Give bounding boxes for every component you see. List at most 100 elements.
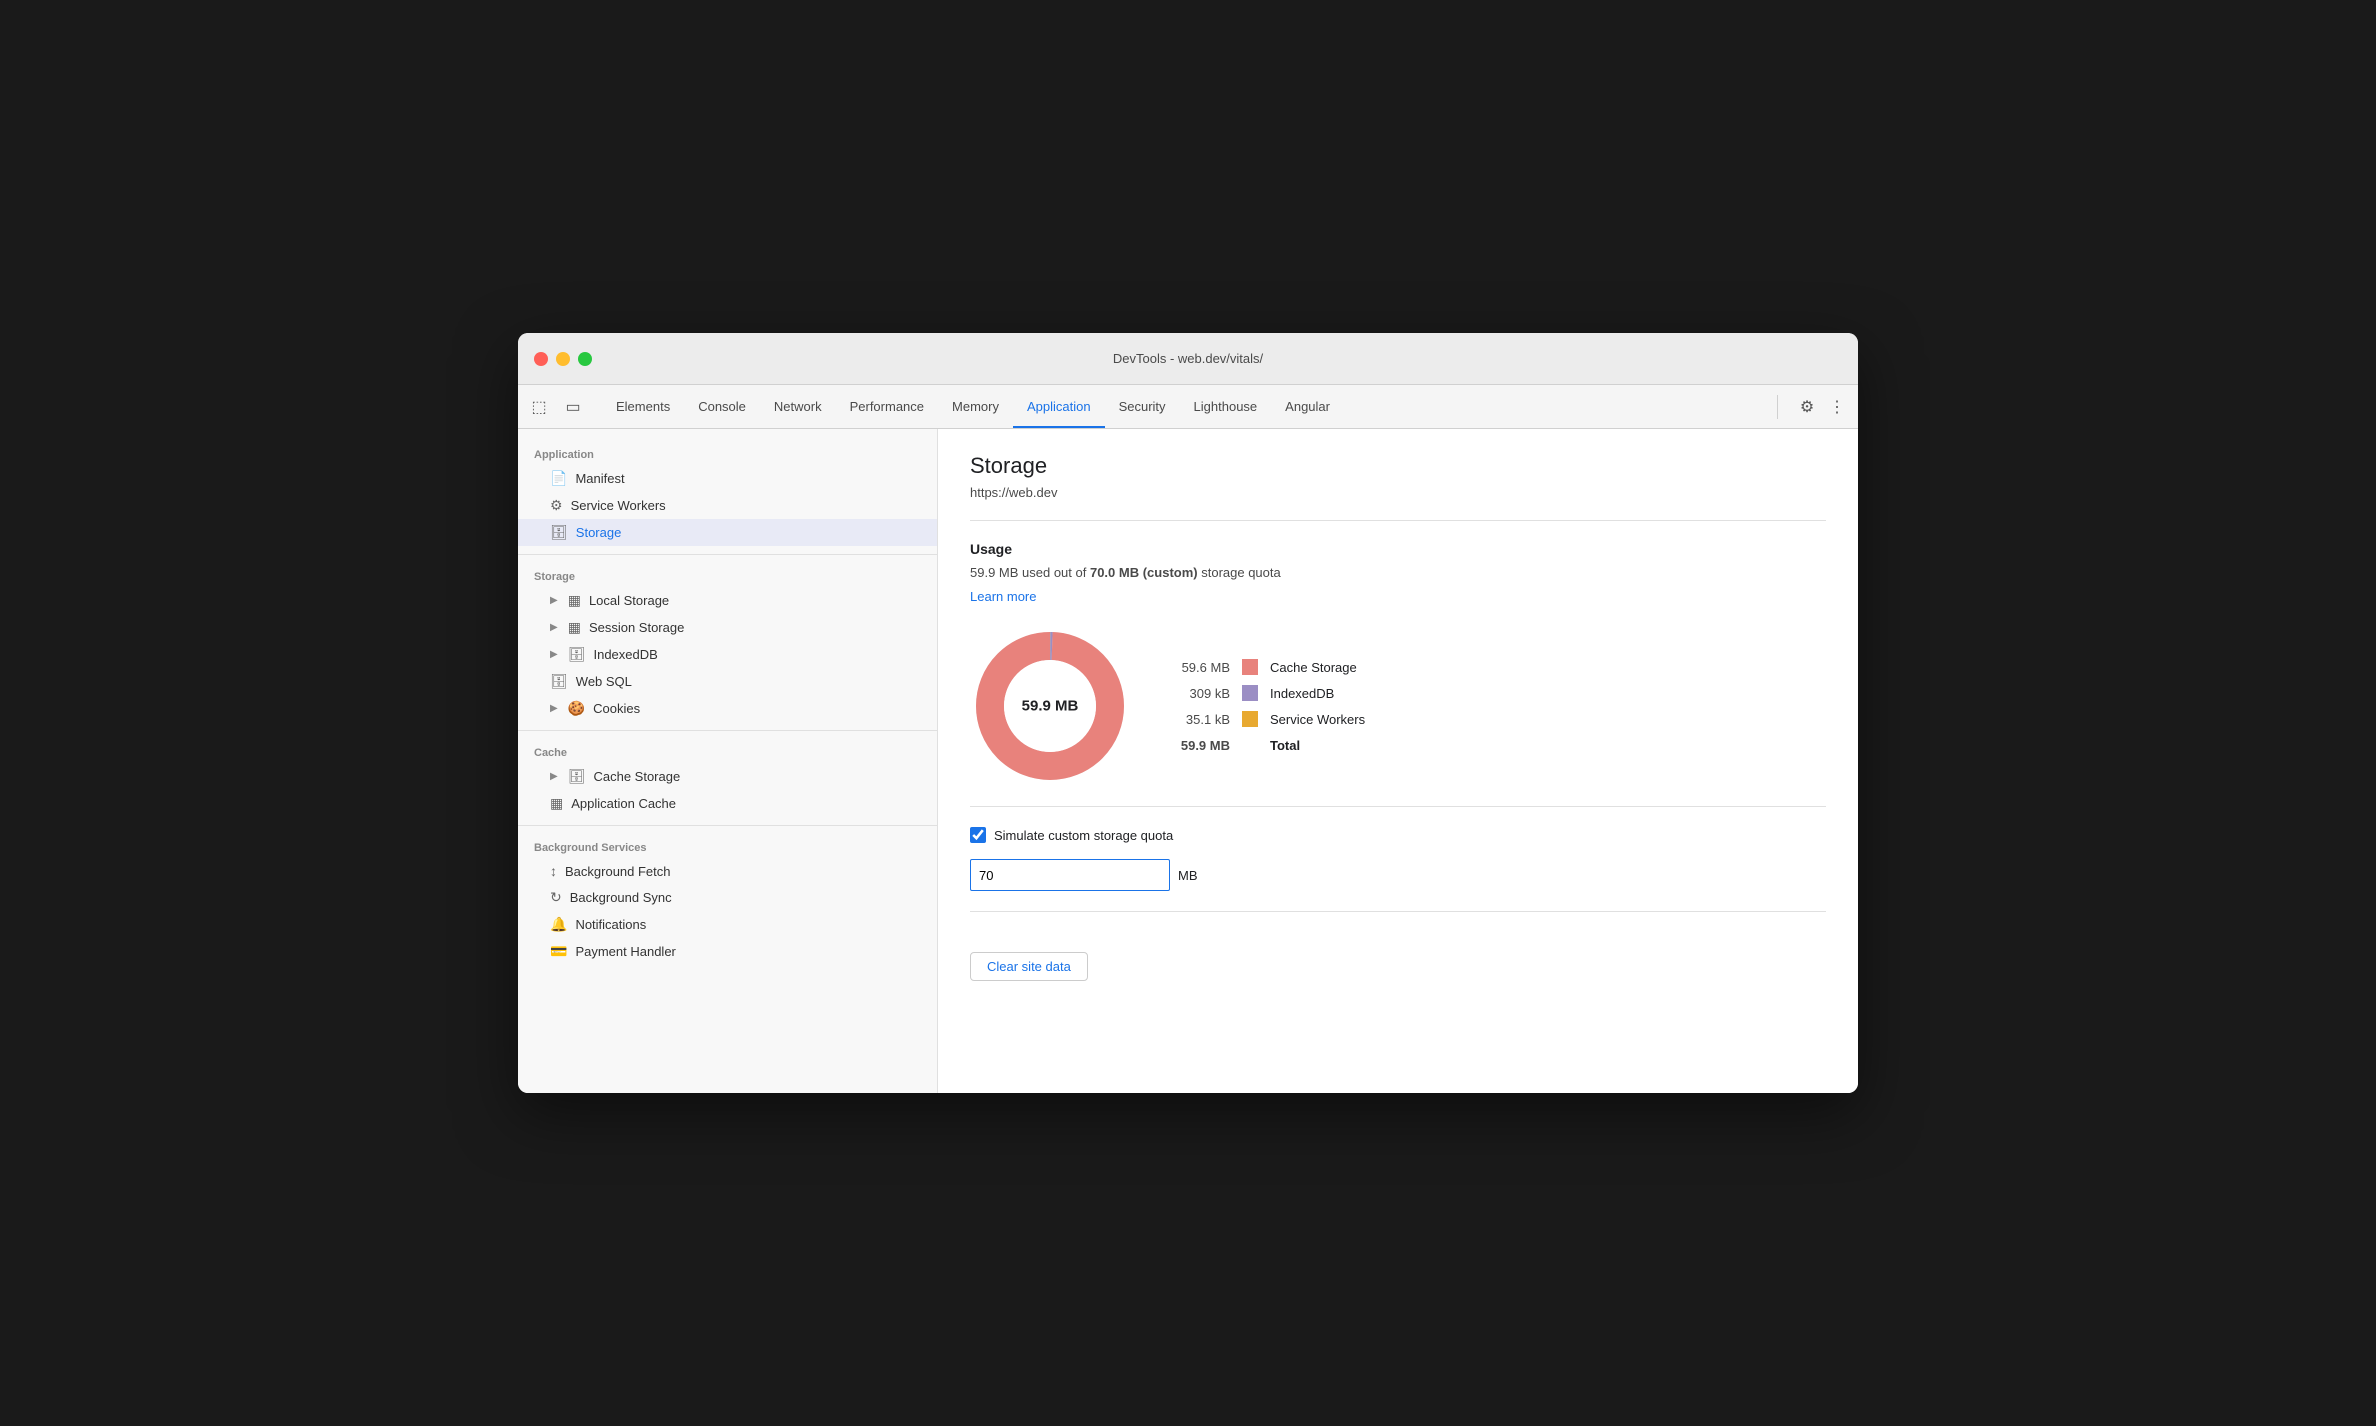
payment-handler-icon: 💳 bbox=[550, 943, 567, 960]
tabs: Elements Console Network Performance Mem… bbox=[602, 385, 1769, 428]
expand-arrow-indexed-db: ▶ bbox=[550, 649, 558, 660]
usage-section: Usage 59.9 MB used out of 70.0 MB (custo… bbox=[970, 541, 1826, 606]
sidebar-item-background-fetch[interactable]: ↕ Background Fetch bbox=[518, 858, 937, 884]
main-area: Application 📄 Manifest ⚙ Service Workers… bbox=[518, 429, 1858, 1093]
payment-handler-label: Payment Handler bbox=[575, 944, 675, 959]
tab-elements[interactable]: Elements bbox=[602, 385, 684, 428]
legend-item-indexeddb: 309 kB IndexedDB bbox=[1170, 685, 1365, 701]
tab-security[interactable]: Security bbox=[1105, 385, 1180, 428]
indexed-db-label: IndexedDB bbox=[593, 647, 657, 662]
expand-arrow-local-storage: ▶ bbox=[550, 595, 558, 606]
sidebar-item-local-storage[interactable]: ▶ ▦ Local Storage bbox=[518, 587, 937, 614]
window-title: DevTools - web.dev/vitals/ bbox=[534, 351, 1842, 366]
sidebar-divider-2 bbox=[518, 730, 937, 731]
application-cache-label: Application Cache bbox=[571, 796, 676, 811]
sidebar-item-notifications[interactable]: 🔔 Notifications bbox=[518, 911, 937, 938]
tab-application[interactable]: Application bbox=[1013, 385, 1105, 428]
sidebar-storage-section-label: Storage bbox=[518, 563, 937, 587]
storage-label: Storage bbox=[576, 525, 622, 540]
tab-angular[interactable]: Angular bbox=[1271, 385, 1344, 428]
usage-text-pre: 59.9 MB used out of bbox=[970, 565, 1090, 580]
notifications-icon: 🔔 bbox=[550, 916, 567, 933]
tab-bar: ⬚ ▭ Elements Console Network Performance… bbox=[518, 385, 1858, 429]
tab-network[interactable]: Network bbox=[760, 385, 836, 428]
legend-indexeddb-value: 309 kB bbox=[1170, 686, 1230, 701]
legend-cache-label: Cache Storage bbox=[1270, 660, 1357, 675]
usage-bold: 70.0 MB (custom) bbox=[1090, 565, 1198, 580]
legend-sw-label: Service Workers bbox=[1270, 712, 1365, 727]
sidebar-item-payment-handler[interactable]: 💳 Payment Handler bbox=[518, 938, 937, 965]
legend-cache-color bbox=[1242, 659, 1258, 675]
sidebar-item-storage[interactable]: 🗄 Storage bbox=[518, 519, 937, 546]
legend-item-cache: 59.6 MB Cache Storage bbox=[1170, 659, 1365, 675]
sidebar-item-service-workers[interactable]: ⚙ Service Workers bbox=[518, 492, 937, 519]
title-bar: DevTools - web.dev/vitals/ bbox=[518, 333, 1858, 385]
cookies-label: Cookies bbox=[593, 701, 640, 716]
tab-console[interactable]: Console bbox=[684, 385, 760, 428]
sidebar-item-web-sql[interactable]: 🗄 Web SQL bbox=[518, 668, 937, 695]
simulate-checkbox[interactable] bbox=[970, 827, 986, 843]
quota-input-row: MB bbox=[970, 859, 1826, 891]
web-sql-label: Web SQL bbox=[576, 674, 632, 689]
sidebar-cache-section-label: Cache bbox=[518, 739, 937, 763]
tab-performance[interactable]: Performance bbox=[836, 385, 938, 428]
settings-icon[interactable]: ⚙ bbox=[1794, 394, 1820, 420]
legend-cache-value: 59.6 MB bbox=[1170, 660, 1230, 675]
expand-arrow-cookies: ▶ bbox=[550, 703, 558, 714]
simulate-label: Simulate custom storage quota bbox=[994, 828, 1173, 843]
legend-sw-color bbox=[1242, 711, 1258, 727]
sidebar-item-background-sync[interactable]: ↻ Background Sync bbox=[518, 884, 937, 911]
notifications-label: Notifications bbox=[575, 917, 646, 932]
background-fetch-label: Background Fetch bbox=[565, 864, 671, 879]
sidebar-item-session-storage[interactable]: ▶ ▦ Session Storage bbox=[518, 614, 937, 641]
close-button[interactable] bbox=[534, 352, 548, 366]
usage-text-post: storage quota bbox=[1198, 565, 1281, 580]
usage-title: Usage bbox=[970, 541, 1826, 557]
sidebar-item-application-cache[interactable]: ▦ Application Cache bbox=[518, 790, 937, 817]
expand-arrow-cache-storage: ▶ bbox=[550, 771, 558, 782]
application-cache-icon: ▦ bbox=[550, 795, 563, 812]
content-area: Storage https://web.dev Usage 59.9 MB us… bbox=[938, 429, 1858, 1093]
simulate-checkbox-row: Simulate custom storage quota bbox=[970, 827, 1826, 843]
clear-site-data-button[interactable]: Clear site data bbox=[970, 952, 1088, 981]
legend-total-spacer bbox=[1242, 737, 1258, 753]
tab-memory[interactable]: Memory bbox=[938, 385, 1013, 428]
divider-bottom bbox=[970, 911, 1826, 912]
background-sync-icon: ↻ bbox=[550, 889, 562, 906]
quota-input[interactable] bbox=[970, 859, 1170, 891]
sidebar-item-cookies[interactable]: ▶ 🍪 Cookies bbox=[518, 695, 937, 722]
tab-lighthouse[interactable]: Lighthouse bbox=[1180, 385, 1272, 428]
chart-area: 59.9 MB 59.6 MB Cache Storage 309 kB bbox=[970, 626, 1826, 786]
service-workers-icon: ⚙ bbox=[550, 497, 563, 514]
local-storage-icon: ▦ bbox=[568, 592, 581, 609]
cursor-tool[interactable]: ⬚ bbox=[526, 394, 552, 420]
legend-sw-value: 35.1 kB bbox=[1170, 712, 1230, 727]
maximize-button[interactable] bbox=[578, 352, 592, 366]
legend-indexeddb-label: IndexedDB bbox=[1270, 686, 1334, 701]
more-options-icon[interactable]: ⋮ bbox=[1824, 394, 1850, 420]
session-storage-label: Session Storage bbox=[589, 620, 684, 635]
donut-center-label: 59.9 MB bbox=[1022, 698, 1079, 715]
content-url: https://web.dev bbox=[970, 485, 1826, 500]
minimize-button[interactable] bbox=[556, 352, 570, 366]
sidebar-divider-3 bbox=[518, 825, 937, 826]
devtools-window: DevTools - web.dev/vitals/ ⬚ ▭ Elements … bbox=[518, 333, 1858, 1093]
sidebar-divider-1 bbox=[518, 554, 937, 555]
service-workers-label: Service Workers bbox=[571, 498, 666, 513]
device-toggle[interactable]: ▭ bbox=[560, 394, 586, 420]
content-inner: Storage https://web.dev Usage 59.9 MB us… bbox=[938, 429, 1858, 1005]
divider-mid bbox=[970, 806, 1826, 807]
background-sync-label: Background Sync bbox=[570, 890, 672, 905]
learn-more-link[interactable]: Learn more bbox=[970, 589, 1036, 604]
tab-bar-actions: ⚙ ⋮ bbox=[1794, 394, 1850, 420]
chart-legend: 59.6 MB Cache Storage 309 kB IndexedDB bbox=[1170, 659, 1365, 753]
local-storage-label: Local Storage bbox=[589, 593, 669, 608]
legend-total-value: 59.9 MB bbox=[1170, 738, 1230, 753]
page-title: Storage bbox=[970, 453, 1826, 479]
cookies-icon: 🍪 bbox=[568, 700, 585, 717]
sidebar-item-manifest[interactable]: 📄 Manifest bbox=[518, 465, 937, 492]
web-sql-icon: 🗄 bbox=[550, 673, 568, 690]
sidebar-item-cache-storage[interactable]: ▶ 🗄 Cache Storage bbox=[518, 763, 937, 790]
legend-indexeddb-color bbox=[1242, 685, 1258, 701]
sidebar-item-indexed-db[interactable]: ▶ 🗄 IndexedDB bbox=[518, 641, 937, 668]
